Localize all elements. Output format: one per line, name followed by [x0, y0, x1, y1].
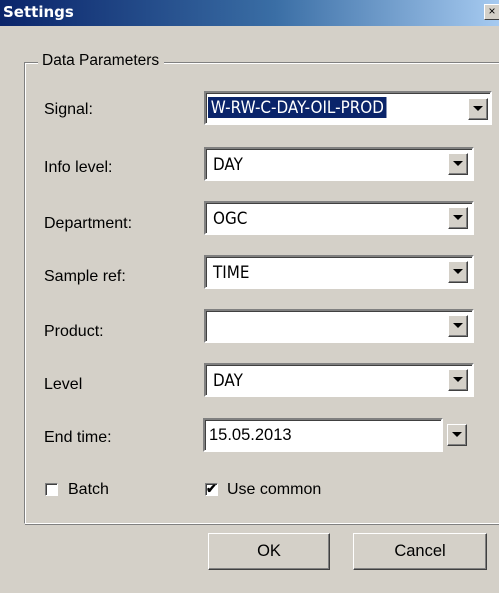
end-time-field[interactable]: 15.05.2013: [203, 418, 443, 452]
use-common-checkbox[interactable]: ✔: [205, 481, 218, 496]
data-parameters-group: [24, 62, 499, 524]
signal-combobox[interactable]: W-RW-C-DAY-OIL-PROD: [204, 91, 492, 125]
level-label: Level: [44, 376, 83, 393]
ok-button[interactable]: OK: [208, 533, 330, 570]
sample-ref-label: Sample ref:: [44, 268, 126, 285]
chevron-down-icon[interactable]: [448, 153, 468, 175]
level-value[interactable]: DAY: [213, 370, 243, 391]
cancel-button[interactable]: Cancel: [353, 533, 487, 570]
info-level-value[interactable]: DAY: [213, 154, 243, 175]
group-legend: Data Parameters: [38, 51, 165, 71]
signal-label: Signal:: [44, 101, 93, 118]
chevron-down-icon[interactable]: [448, 315, 468, 337]
chevron-down-icon[interactable]: [447, 424, 467, 446]
end-time-value[interactable]: 15.05.2013: [209, 425, 292, 446]
sample-ref-combobox[interactable]: TIME: [204, 255, 474, 289]
sample-ref-value[interactable]: TIME: [213, 262, 249, 283]
chevron-down-icon[interactable]: [448, 207, 468, 229]
product-combobox[interactable]: [204, 309, 474, 343]
title-bar[interactable]: Settings: [0, 0, 499, 26]
department-value[interactable]: OGC: [213, 208, 247, 229]
batch-label[interactable]: Batch: [68, 480, 109, 500]
chevron-down-icon[interactable]: [448, 261, 468, 283]
info-level-label: Info level:: [44, 159, 113, 176]
batch-checkbox[interactable]: [45, 483, 58, 496]
chevron-down-icon[interactable]: [468, 98, 488, 120]
window-title: Settings: [3, 3, 74, 21]
level-combobox[interactable]: DAY: [204, 363, 474, 397]
department-combobox[interactable]: OGC: [204, 201, 474, 235]
check-icon: ✔: [206, 481, 217, 496]
product-label: Product:: [44, 323, 104, 340]
info-level-combobox[interactable]: DAY: [204, 147, 474, 181]
end-time-label: End time:: [44, 429, 112, 446]
department-label: Department:: [44, 215, 133, 232]
settings-dialog: Settings × Data Parameters Signal: W-RW-…: [0, 0, 499, 593]
chevron-down-icon[interactable]: [448, 369, 468, 391]
close-icon[interactable]: ×: [484, 4, 499, 20]
use-common-label[interactable]: Use common: [227, 480, 321, 500]
signal-value[interactable]: W-RW-C-DAY-OIL-PROD: [208, 97, 387, 118]
